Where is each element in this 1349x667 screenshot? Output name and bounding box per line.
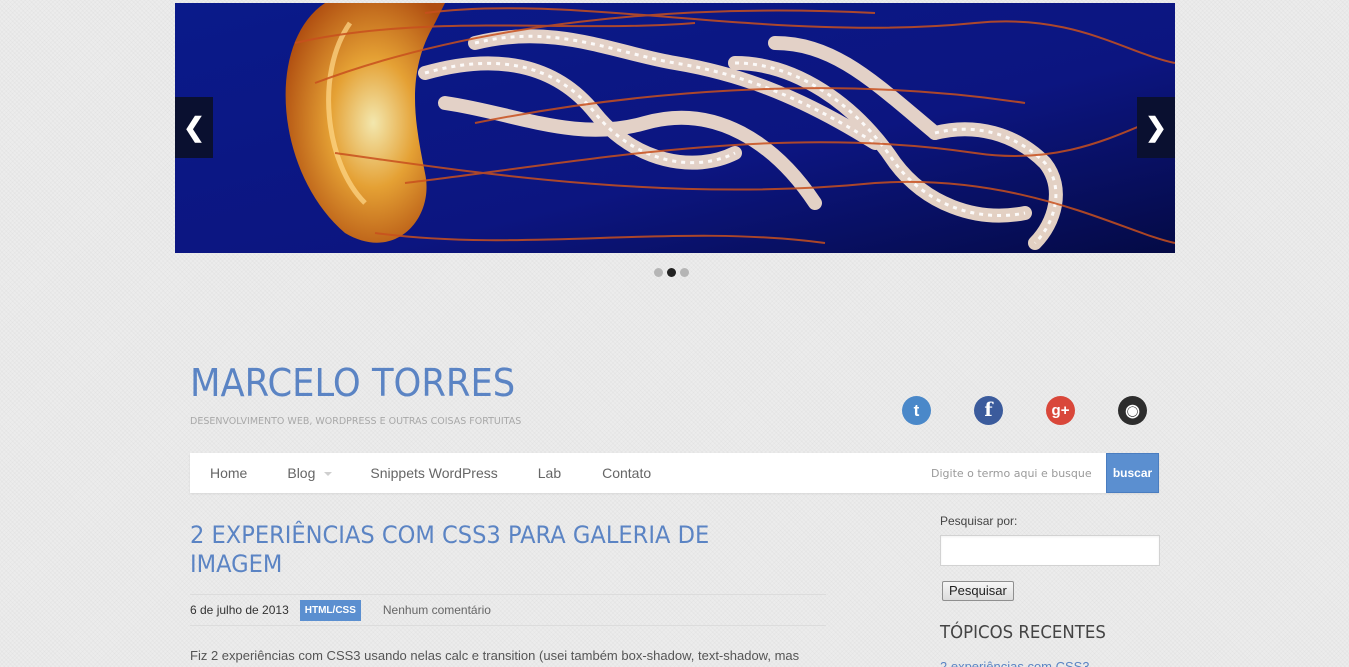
post-meta: 6 de julho de 2013 HTML/CSS Nenhum comen…: [190, 594, 826, 626]
site-title[interactable]: MARCELO TORRES: [190, 364, 515, 402]
slider-prev-button[interactable]: ❮: [175, 97, 213, 158]
header-search-input[interactable]: [931, 453, 1106, 493]
slider-dot-3[interactable]: [680, 268, 689, 277]
nav-item-snippets-wordpress[interactable]: Snippets WordPress: [370, 465, 497, 481]
social-links: t f g+ ◉: [902, 396, 1147, 425]
slider-next-button[interactable]: ❯: [1137, 97, 1175, 158]
post-title[interactable]: 2 EXPERIÊNCIAS COM CSS3 PARA GALERIA DE …: [190, 521, 754, 579]
jellyfish-image: [175, 3, 1175, 253]
post-excerpt: Fiz 2 experiências com CSS3 usando nelas…: [190, 648, 800, 663]
recent-posts-title: TÓPICOS RECENTES: [940, 622, 1106, 643]
nav-item-blog[interactable]: Blog: [287, 465, 333, 481]
nav-item-lab[interactable]: Lab: [538, 465, 561, 481]
header-search-button[interactable]: buscar: [1106, 453, 1159, 493]
nav-item-label: Blog: [287, 465, 316, 481]
nav-item-home[interactable]: Home: [210, 465, 247, 481]
chevron-right-icon: ❯: [1145, 112, 1167, 142]
caret-down-icon: [324, 472, 333, 477]
google-plus-icon[interactable]: g+: [1046, 396, 1075, 425]
recent-post-link[interactable]: 2 experiências com CSS3: [940, 659, 1090, 667]
sidebar-search-label: Pesquisar por:: [940, 514, 1018, 528]
main-navigation: Home Blog Snippets WordPress Lab Contato…: [190, 453, 1159, 493]
twitter-icon[interactable]: t: [902, 396, 931, 425]
post-comments-link[interactable]: Nenhum comentário: [383, 603, 491, 617]
sidebar-search-input[interactable]: [940, 535, 1160, 566]
image-slider: ❮ ❯: [175, 3, 1175, 253]
sidebar-search-button[interactable]: Pesquisar: [942, 581, 1014, 601]
chevron-left-icon: ❮: [183, 112, 205, 142]
github-icon[interactable]: ◉: [1118, 396, 1147, 425]
facebook-icon[interactable]: f: [974, 396, 1003, 425]
post-date: 6 de julho de 2013: [190, 603, 289, 617]
nav-item-contato[interactable]: Contato: [602, 465, 651, 481]
site-tagline: DESENVOLVIMENTO WEB, WORDPRESS E OUTRAS …: [190, 416, 522, 427]
slider-dot-1[interactable]: [654, 268, 663, 277]
post-category-badge[interactable]: HTML/CSS: [299, 599, 361, 621]
slider-dot-2[interactable]: [667, 268, 676, 277]
slider-pagination: [654, 268, 689, 277]
